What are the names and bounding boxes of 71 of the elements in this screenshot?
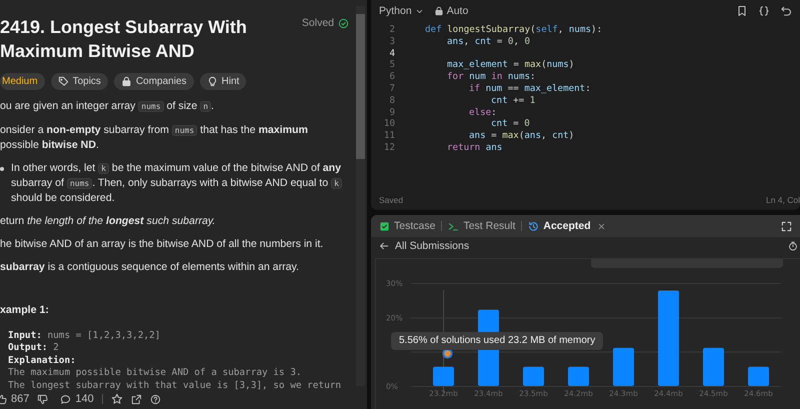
- comment-icon: [60, 394, 72, 404]
- bullet-icon: [0, 167, 4, 171]
- bullet-text: In other words, let k be the maximum value of the bitwise AND of any subarray of nums . Then, only subarrays with a bitwise AND equal to k should be considered.: [11, 161, 343, 205]
- line-number: 7: [388, 82, 395, 95]
- code-line: return ans: [447, 142, 502, 154]
- example-line: Input: nums = [1,2,3,3,2,2]: [8, 330, 162, 342]
- problem-text: subarray is a contiguous sequence of elements within an array.: [0, 260, 300, 274]
- star-icon[interactable]: [110, 393, 123, 405]
- code-line: for num in nums:: [447, 71, 536, 83]
- panel-tab[interactable]: Accepted: [528, 220, 591, 232]
- lightbulb-icon: [206, 76, 218, 87]
- code-line: cnt = 0: [491, 118, 530, 130]
- line-number: 12: [382, 142, 395, 154]
- back-arrow-icon: [379, 240, 389, 251]
- lock-icon: [434, 6, 444, 16]
- code-line: else:: [469, 106, 497, 118]
- code-line: cnt += 1: [491, 94, 536, 107]
- tag-button[interactable]: Hint: [200, 73, 246, 90]
- lock-icon: [120, 76, 132, 87]
- line-number: 5: [388, 59, 395, 72]
- back-link[interactable]: All Submissions: [371, 237, 800, 254]
- tag-button[interactable]: Companies: [114, 73, 194, 90]
- problem-text: eturn the length of the longest such subarray.: [0, 214, 216, 228]
- example-line: Output: 2: [8, 342, 60, 355]
- code-line: ans, cnt = 0, 0: [447, 36, 530, 48]
- code-line: if num == max_element:: [469, 82, 591, 95]
- undo-icon[interactable]: [780, 5, 792, 17]
- code-line: def longestSubarray(self, nums):: [425, 24, 602, 36]
- cursor-position: Ln 4, Col: [766, 195, 800, 205]
- line-number: 6: [388, 71, 395, 83]
- checkbox-icon: [379, 220, 390, 232]
- close-icon[interactable]: [596, 222, 606, 231]
- terminal-icon: [448, 220, 460, 232]
- example-line: Explanation:: [8, 354, 77, 368]
- example-heading: xample 1:: [0, 304, 50, 316]
- auto-mode-label: Auto: [434, 5, 468, 17]
- braces-icon[interactable]: [758, 5, 770, 17]
- bookmark-icon[interactable]: [736, 5, 748, 17]
- share-icon[interactable]: [130, 394, 142, 404]
- panel-tab[interactable]: Test Result: [448, 220, 516, 232]
- chart-tooltip: 5.56% of solutions used 23.2 MB of memory: [391, 332, 604, 350]
- language-dropdown[interactable]: Python: [379, 5, 424, 17]
- example-line: The maximum possible bitwise AND of a subarray is 3.: [8, 367, 302, 380]
- timer-icon: [788, 240, 798, 251]
- difficulty-label: Medium: [0, 73, 45, 90]
- line-number: 2: [388, 24, 395, 36]
- tag-button[interactable]: Topics: [50, 73, 108, 90]
- solved-status: Solved: [302, 17, 349, 29]
- line-number: 8: [388, 94, 395, 107]
- save-status: Saved: [379, 195, 404, 205]
- code-line: max_element = max(nums): [447, 59, 574, 72]
- panel-tab[interactable]: Testcase: [379, 220, 436, 232]
- code-line: ans = max(ans, cnt): [469, 130, 574, 142]
- problem-text: onsider a non-empty subarray from nums that has the maximum possible bitwise ND.: [0, 123, 309, 152]
- line-number: 9: [388, 106, 395, 118]
- tag-icon: [58, 76, 69, 87]
- problem-text: ou are given an integer array nums of size n .: [0, 99, 215, 114]
- like-count: 867: [0, 393, 30, 405]
- comment-count[interactable]: 140: [60, 393, 94, 405]
- history-icon: [528, 220, 540, 232]
- help-icon[interactable]: [150, 394, 161, 404]
- problem-title: 2419. Longest Subarray With Maximum Bitwise AND: [0, 16, 248, 63]
- line-number: 11: [382, 130, 395, 142]
- line-number: 4: [388, 48, 395, 60]
- line-number: 10: [382, 118, 395, 130]
- line-number: 3: [388, 36, 395, 48]
- check-circle-icon: [338, 18, 349, 28]
- expand-icon[interactable]: [781, 220, 792, 232]
- problem-text: he bitwise AND of an array is the bitwise AND of all the numbers in it.: [0, 237, 324, 251]
- thumbs-down-icon[interactable]: [37, 394, 48, 404]
- example-line: The longest subarray with that value is [3,3], so we return: [8, 380, 342, 391]
